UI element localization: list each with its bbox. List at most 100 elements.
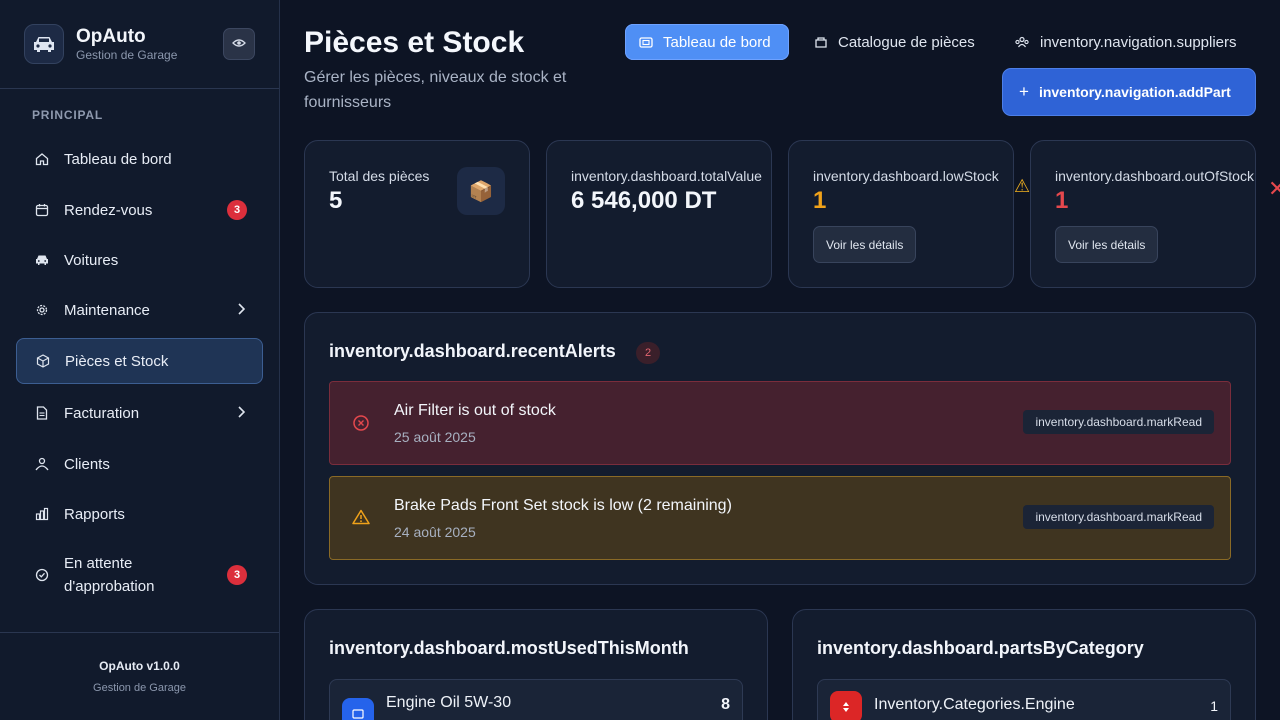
calendar-icon xyxy=(34,202,50,218)
most-used-title: inventory.dashboard.mostUsedThisMonth xyxy=(329,638,689,658)
stat-card-total-parts: Total des pièces 5 📦 xyxy=(304,140,530,288)
home-icon xyxy=(34,151,50,167)
stat-label: Total des pièces xyxy=(329,168,430,184)
sidebar-item-label: En attente d'approbation xyxy=(64,552,154,598)
tab-label: inventory.navigation.suppliers xyxy=(1040,33,1237,51)
tab-dashboard[interactable]: Tableau de bord xyxy=(625,24,789,60)
stat-value: 6 546,000 DT xyxy=(571,187,717,214)
add-part-button[interactable]: + inventory.navigation.addPart xyxy=(1002,68,1256,116)
sidebar-item-pending-approval[interactable]: En attente d'approbation 3 xyxy=(16,552,263,598)
stat-label: inventory.dashboard.totalValue xyxy=(571,168,762,184)
part-icon xyxy=(342,698,374,720)
car-icon xyxy=(34,252,50,268)
sidebar-item-label: Clients xyxy=(64,455,110,473)
eye-icon xyxy=(232,35,246,53)
page-subtitle: Gérer les pièces, niveaux de stock et fo… xyxy=(304,69,567,111)
tab-parts-catalog[interactable]: Catalogue de pièces xyxy=(800,24,989,60)
list-item[interactable]: Engine Oil 5W-30 8 xyxy=(329,679,743,720)
box-icon xyxy=(35,353,51,369)
sidebar-item-reports[interactable]: Rapports xyxy=(16,491,263,537)
stat-value: 1 xyxy=(813,187,827,214)
category-count: 1 xyxy=(1210,698,1218,714)
parts-by-category-panel: inventory.dashboard.partsByCategory Inve… xyxy=(792,609,1256,720)
category-name: Inventory.Categories.Engine xyxy=(874,696,1075,713)
alert-item-warning: Brake Pads Front Set stock is low (2 rem… xyxy=(329,476,1231,560)
divider xyxy=(0,632,279,633)
mark-read-button[interactable]: inventory.dashboard.markRead xyxy=(1023,410,1214,434)
chart-icon xyxy=(34,506,50,522)
sidebar-item-label: Rapports xyxy=(64,505,125,523)
divider xyxy=(0,88,279,89)
clients-icon xyxy=(34,456,50,472)
stat-value: 5 xyxy=(329,187,343,214)
part-usage-count: 8 xyxy=(721,696,730,713)
sidebar-item-label-line1: En attente xyxy=(64,555,133,572)
sidebar-item-cars[interactable]: Voitures xyxy=(16,237,263,283)
stat-card-out-of-stock: inventory.dashboard.outOfStock 1 Voir le… xyxy=(1030,140,1256,288)
document-icon xyxy=(34,405,50,421)
alert-item-error: Air Filter is out of stock 25 août 2025 … xyxy=(329,381,1231,465)
sidebar-item-billing[interactable]: Facturation xyxy=(16,390,263,436)
sidebar-item-label: Pièces et Stock xyxy=(65,352,169,370)
sidebar-item-maintenance[interactable]: Maintenance xyxy=(16,287,263,333)
brand: OpAuto Gestion de Garage xyxy=(24,24,256,64)
plus-icon: + xyxy=(1019,82,1029,101)
sidebar-item-label-line2: d'approbation xyxy=(64,578,155,595)
chevron-right-icon xyxy=(237,302,246,319)
section-label: PRINCIPAL xyxy=(32,108,103,122)
alerts-title: inventory.dashboard.recentAlerts xyxy=(329,341,616,361)
sidebar-item-clients[interactable]: Clients xyxy=(16,441,263,487)
toggle-visibility-button[interactable] xyxy=(223,28,255,60)
recent-alerts-panel: inventory.dashboard.recentAlerts 2 Air F… xyxy=(304,312,1256,585)
dashboard-icon xyxy=(639,36,653,48)
tab-suppliers[interactable]: inventory.navigation.suppliers xyxy=(1000,24,1251,60)
tab-label: Tableau de bord xyxy=(663,33,771,51)
stat-label: inventory.dashboard.lowStock xyxy=(813,168,999,184)
parts-by-category-title: inventory.dashboard.partsByCategory xyxy=(817,638,1144,658)
tab-label: Catalogue de pièces xyxy=(838,33,975,51)
sidebar-item-label: Tableau de bord xyxy=(64,150,172,168)
mark-read-button[interactable]: inventory.dashboard.markRead xyxy=(1023,505,1214,529)
alert-title: Air Filter is out of stock xyxy=(394,402,556,419)
add-part-label: inventory.navigation.addPart xyxy=(1038,84,1231,100)
catalog-icon xyxy=(814,36,828,48)
app-name: OpAuto xyxy=(76,26,146,47)
car-logo-icon xyxy=(24,24,64,64)
warning-triangle-icon xyxy=(352,509,370,530)
part-name: Engine Oil 5W-30 xyxy=(386,694,512,711)
sidebar-item-appointments[interactable]: Rendez-vous 3 xyxy=(16,187,263,233)
error-circle-icon xyxy=(352,414,370,437)
sidebar-item-parts-stock[interactable]: Pièces et Stock xyxy=(16,338,263,384)
suppliers-icon xyxy=(1014,36,1030,48)
alert-date: 24 août 2025 xyxy=(394,524,476,540)
alerts-count-badge: 2 xyxy=(636,342,660,364)
notification-badge: 3 xyxy=(227,200,247,220)
sidebar-item-dashboard[interactable]: Tableau de bord xyxy=(16,136,263,182)
stat-value: 1 xyxy=(1055,187,1069,214)
stat-card-low-stock: inventory.dashboard.lowStock 1 Voir les … xyxy=(788,140,1014,288)
stat-label: inventory.dashboard.outOfStock xyxy=(1055,168,1254,184)
app-subtitle: Gestion de Garage xyxy=(76,48,178,62)
app-version: OpAuto v1.0.0 xyxy=(99,659,180,673)
view-details-button[interactable]: Voir les détails xyxy=(813,226,917,263)
sidebar-item-label: Voitures xyxy=(64,251,119,269)
warning-icon: ⚠ xyxy=(1014,176,1030,196)
most-used-panel: inventory.dashboard.mostUsedThisMonth En… xyxy=(304,609,768,720)
view-details-button[interactable]: Voir les détails xyxy=(1055,226,1159,263)
stat-card-total-value: inventory.dashboard.totalValue 6 546,000… xyxy=(546,140,772,288)
gear-icon xyxy=(34,302,50,318)
alert-date: 25 août 2025 xyxy=(394,429,476,445)
close-x-icon: ✕ xyxy=(1268,176,1280,201)
app-version-subtitle: Gestion de Garage xyxy=(93,682,186,694)
engine-category-icon xyxy=(830,691,862,720)
sidebar-item-label: Rendez-vous xyxy=(64,201,153,219)
page-title: Pièces et Stock xyxy=(304,26,525,59)
check-circle-icon xyxy=(34,567,50,583)
notification-badge: 3 xyxy=(227,565,247,585)
list-item[interactable]: Inventory.Categories.Engine 1 xyxy=(817,679,1231,720)
package-icon: 📦 xyxy=(457,167,505,215)
sidebar-item-label: Maintenance xyxy=(64,301,150,319)
sidebar-item-label: Facturation xyxy=(64,404,140,422)
alert-title: Brake Pads Front Set stock is low (2 rem… xyxy=(394,497,732,514)
sidebar: OpAuto Gestion de Garage PRINCIPAL Table… xyxy=(0,0,280,720)
